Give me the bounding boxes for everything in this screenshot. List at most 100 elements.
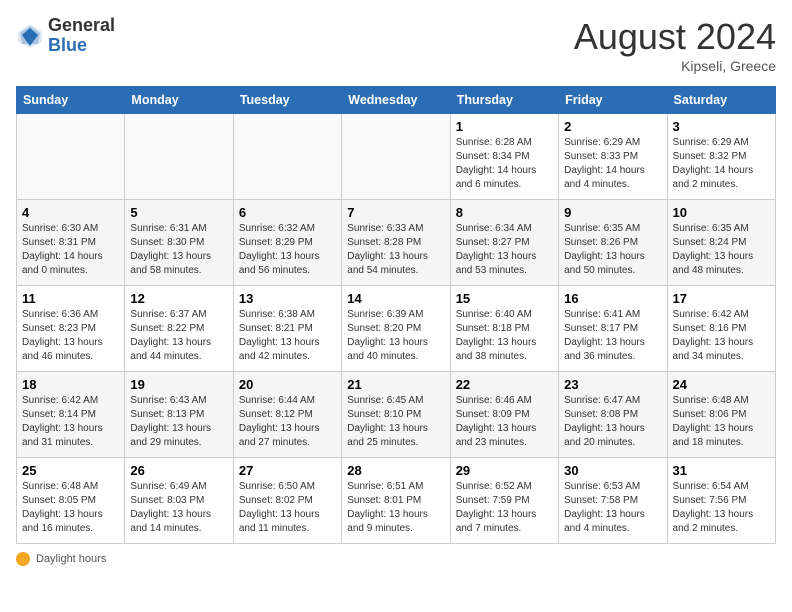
calendar-cell: 26 Sunrise: 6:49 AM Sunset: 8:03 PM Dayli…	[125, 458, 233, 544]
day-number: 28	[347, 463, 444, 478]
day-info: Sunrise: 6:38 AM Sunset: 8:21 PM Dayligh…	[239, 308, 336, 364]
logo-general-text: General	[48, 16, 115, 36]
logo-blue-text: Blue	[48, 36, 115, 56]
daylight-label: Daylight hours	[36, 553, 106, 565]
day-info: Sunrise: 6:48 AM Sunset: 8:06 PM Dayligh…	[673, 394, 770, 450]
day-number: 17	[673, 291, 770, 306]
day-info: Sunrise: 6:41 AM Sunset: 8:17 PM Dayligh…	[564, 308, 661, 364]
day-number: 4	[22, 205, 119, 220]
day-number: 14	[347, 291, 444, 306]
day-number: 15	[456, 291, 553, 306]
title-section: August 2024 Kipseli, Greece	[574, 16, 776, 74]
calendar-cell: 21 Sunrise: 6:45 AM Sunset: 8:10 PM Dayli…	[342, 372, 450, 458]
day-number: 25	[22, 463, 119, 478]
header-cell-monday: Monday	[125, 87, 233, 114]
header-cell-saturday: Saturday	[667, 87, 775, 114]
calendar-cell: 2 Sunrise: 6:29 AM Sunset: 8:33 PM Daylig…	[559, 114, 667, 200]
day-number: 29	[456, 463, 553, 478]
calendar-cell: 24 Sunrise: 6:48 AM Sunset: 8:06 PM Dayli…	[667, 372, 775, 458]
calendar-cell	[342, 114, 450, 200]
logo-icon	[16, 22, 44, 50]
day-info: Sunrise: 6:34 AM Sunset: 8:27 PM Dayligh…	[456, 222, 553, 278]
day-number: 6	[239, 205, 336, 220]
calendar-cell: 20Sunrise: 6:44 AM Sunset: 8:12 PM Dayli…	[233, 372, 341, 458]
calendar-cell: 10Sunrise: 6:35 AM Sunset: 8:24 PM Dayli…	[667, 200, 775, 286]
day-info: Sunrise: 6:45 AM Sunset: 8:10 PM Dayligh…	[347, 394, 444, 450]
day-info: Sunrise: 6:48 AM Sunset: 8:05 PM Dayligh…	[22, 480, 119, 536]
day-number: 16	[564, 291, 661, 306]
sun-icon	[16, 552, 30, 566]
calendar-cell	[17, 114, 125, 200]
day-info: Sunrise: 6:49 AM Sunset: 8:03 PM Dayligh…	[130, 480, 227, 536]
day-info: Sunrise: 6:42 AM Sunset: 8:16 PM Dayligh…	[673, 308, 770, 364]
day-number: 13	[239, 291, 336, 306]
day-number: 8	[456, 205, 553, 220]
calendar-cell	[233, 114, 341, 200]
calendar-week-5: 25 Sunrise: 6:48 AM Sunset: 8:05 PM Dayli…	[17, 458, 776, 544]
day-info: Sunrise: 6:29 AM Sunset: 8:32 PM Dayligh…	[673, 136, 770, 192]
location-subtitle: Kipseli, Greece	[574, 58, 776, 74]
calendar-cell: 29 Sunrise: 6:52 AM Sunset: 7:59 PM Dayli…	[450, 458, 558, 544]
day-info: Sunrise: 6:52 AM Sunset: 7:59 PM Dayligh…	[456, 480, 553, 536]
day-info: Sunrise: 6:36 AM Sunset: 8:23 PM Dayligh…	[22, 308, 119, 364]
day-number: 19	[130, 377, 227, 392]
calendar-cell: 1Sunrise: 6:28 AM Sunset: 8:34 PM Daylig…	[450, 114, 558, 200]
day-info: Sunrise: 6:42 AM Sunset: 8:14 PM Dayligh…	[22, 394, 119, 450]
logo: General Blue	[16, 16, 115, 56]
calendar-cell: 9 Sunrise: 6:35 AM Sunset: 8:26 PM Daylig…	[559, 200, 667, 286]
calendar-cell: 6Sunrise: 6:32 AM Sunset: 8:29 PM Daylig…	[233, 200, 341, 286]
day-info: Sunrise: 6:44 AM Sunset: 8:12 PM Dayligh…	[239, 394, 336, 450]
day-number: 2	[564, 119, 661, 134]
header-cell-thursday: Thursday	[450, 87, 558, 114]
calendar-cell: 14Sunrise: 6:39 AM Sunset: 8:20 PM Dayli…	[342, 286, 450, 372]
day-info: Sunrise: 6:31 AM Sunset: 8:30 PM Dayligh…	[130, 222, 227, 278]
calendar-week-4: 18 Sunrise: 6:42 AM Sunset: 8:14 PM Dayli…	[17, 372, 776, 458]
calendar-cell: 28 Sunrise: 6:51 AM Sunset: 8:01 PM Dayli…	[342, 458, 450, 544]
page-header: General Blue August 2024 Kipseli, Greece	[16, 16, 776, 74]
day-number: 12	[130, 291, 227, 306]
calendar-cell: 11Sunrise: 6:36 AM Sunset: 8:23 PM Dayli…	[17, 286, 125, 372]
calendar-week-2: 4 Sunrise: 6:30 AM Sunset: 8:31 PM Daylig…	[17, 200, 776, 286]
day-info: Sunrise: 6:35 AM Sunset: 8:24 PM Dayligh…	[673, 222, 770, 278]
calendar-cell: 3 Sunrise: 6:29 AM Sunset: 8:32 PM Daylig…	[667, 114, 775, 200]
day-info: Sunrise: 6:54 AM Sunset: 7:56 PM Dayligh…	[673, 480, 770, 536]
calendar-cell: 13 Sunrise: 6:38 AM Sunset: 8:21 PM Dayli…	[233, 286, 341, 372]
day-number: 23	[564, 377, 661, 392]
calendar-cell: 22Sunrise: 6:46 AM Sunset: 8:09 PM Dayli…	[450, 372, 558, 458]
day-number: 24	[673, 377, 770, 392]
day-number: 18	[22, 377, 119, 392]
calendar-header-row: SundayMondayTuesdayWednesdayThursdayFrid…	[17, 87, 776, 114]
calendar-cell: 30 Sunrise: 6:53 AM Sunset: 7:58 PM Dayli…	[559, 458, 667, 544]
calendar-cell: 15Sunrise: 6:40 AM Sunset: 8:18 PM Dayli…	[450, 286, 558, 372]
calendar-cell: 7Sunrise: 6:33 AM Sunset: 8:28 PM Daylig…	[342, 200, 450, 286]
calendar-cell: 18 Sunrise: 6:42 AM Sunset: 8:14 PM Dayli…	[17, 372, 125, 458]
calendar-cell: 31Sunrise: 6:54 AM Sunset: 7:56 PM Dayli…	[667, 458, 775, 544]
calendar-cell: 4 Sunrise: 6:30 AM Sunset: 8:31 PM Daylig…	[17, 200, 125, 286]
day-info: Sunrise: 6:30 AM Sunset: 8:31 PM Dayligh…	[22, 222, 119, 278]
day-number: 9	[564, 205, 661, 220]
day-info: Sunrise: 6:46 AM Sunset: 8:09 PM Dayligh…	[456, 394, 553, 450]
day-info: Sunrise: 6:51 AM Sunset: 8:01 PM Dayligh…	[347, 480, 444, 536]
day-info: Sunrise: 6:50 AM Sunset: 8:02 PM Dayligh…	[239, 480, 336, 536]
calendar-cell	[125, 114, 233, 200]
calendar-table: SundayMondayTuesdayWednesdayThursdayFrid…	[16, 86, 776, 544]
day-number: 26	[130, 463, 227, 478]
day-info: Sunrise: 6:53 AM Sunset: 7:58 PM Dayligh…	[564, 480, 661, 536]
day-info: Sunrise: 6:29 AM Sunset: 8:33 PM Dayligh…	[564, 136, 661, 192]
calendar-cell: 16 Sunrise: 6:41 AM Sunset: 8:17 PM Dayli…	[559, 286, 667, 372]
day-number: 21	[347, 377, 444, 392]
logo-text: General Blue	[48, 16, 115, 56]
day-number: 1	[456, 119, 553, 134]
header-cell-tuesday: Tuesday	[233, 87, 341, 114]
day-number: 3	[673, 119, 770, 134]
day-info: Sunrise: 6:37 AM Sunset: 8:22 PM Dayligh…	[130, 308, 227, 364]
day-info: Sunrise: 6:35 AM Sunset: 8:26 PM Dayligh…	[564, 222, 661, 278]
calendar-week-3: 11Sunrise: 6:36 AM Sunset: 8:23 PM Dayli…	[17, 286, 776, 372]
day-number: 30	[564, 463, 661, 478]
calendar-cell: 23Sunrise: 6:47 AM Sunset: 8:08 PM Dayli…	[559, 372, 667, 458]
header-cell-friday: Friday	[559, 87, 667, 114]
header-cell-sunday: Sunday	[17, 87, 125, 114]
month-year-title: August 2024	[574, 16, 776, 58]
day-number: 7	[347, 205, 444, 220]
footer-note: Daylight hours	[16, 552, 776, 566]
